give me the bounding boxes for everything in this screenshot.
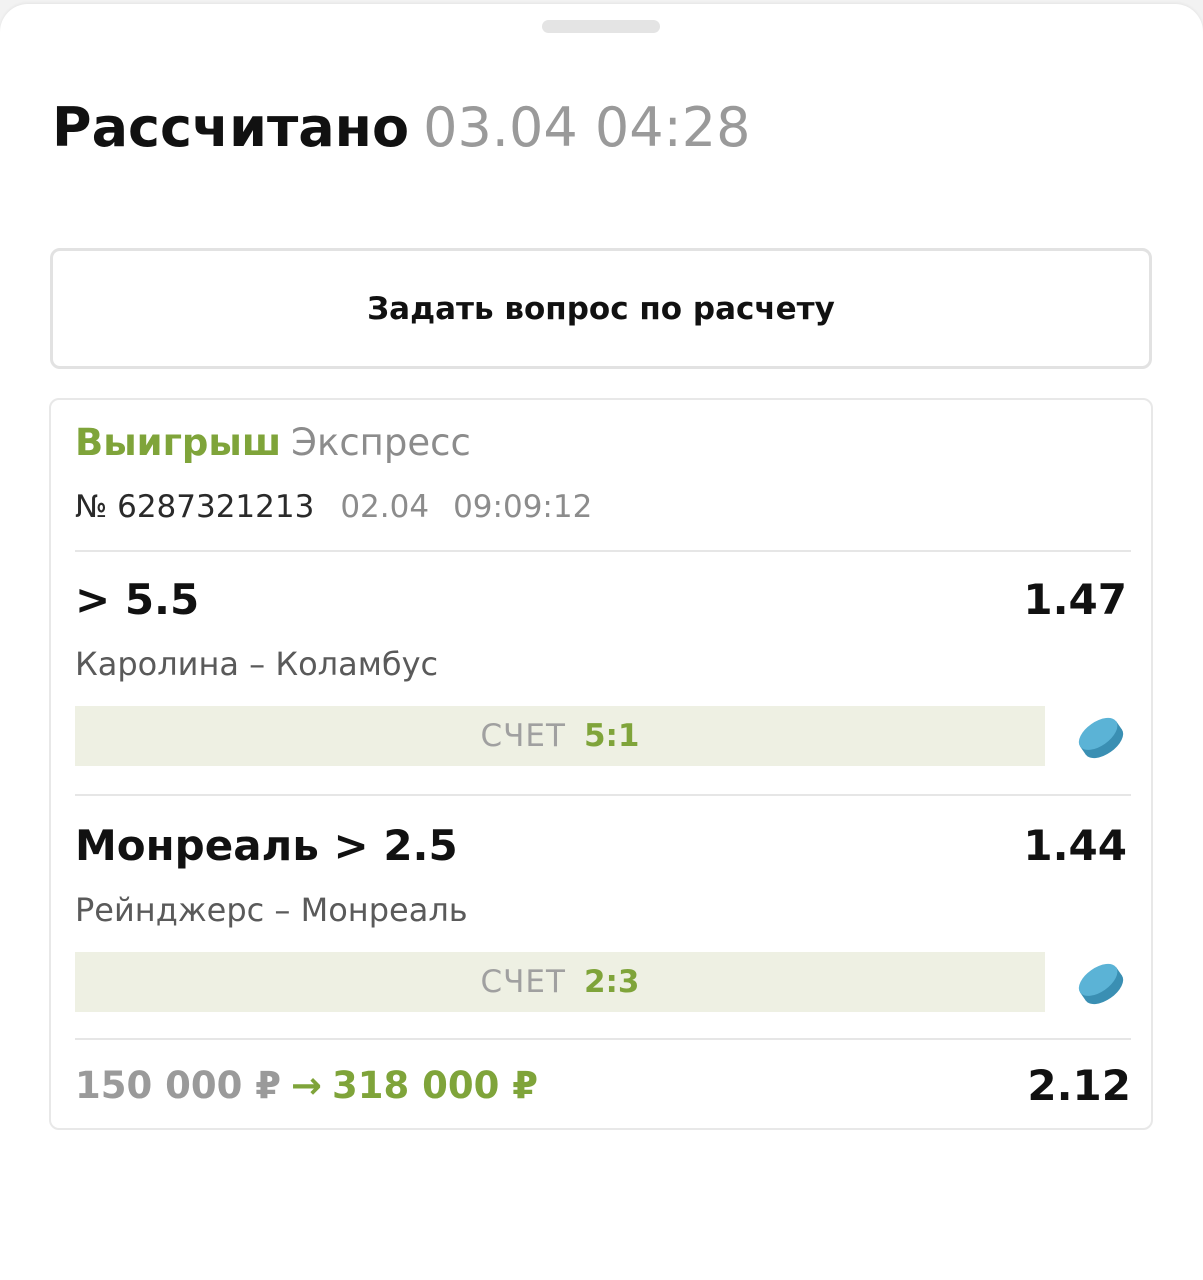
total-odd: 2.12 xyxy=(1027,1061,1131,1110)
hockey-puck-icon xyxy=(1078,963,1124,1005)
bet-time: 09:09:12 xyxy=(453,489,593,525)
settlement-datetime: 03.04 04:28 xyxy=(423,96,751,159)
page-header: Рассчитано 03.04 04:28 xyxy=(52,92,750,164)
leg-score-bar: СЧЕТ 2:3 xyxy=(75,952,1045,1012)
arrow-right-icon: → xyxy=(290,1064,322,1107)
stake-amount: 150 000 ₽ xyxy=(75,1064,281,1107)
leg-match: Каролина – Коламбус xyxy=(75,645,439,683)
score-value: 5:1 xyxy=(583,718,640,754)
bottom-sheet: Рассчитано 03.04 04:28 Задать вопрос по р… xyxy=(0,4,1203,1280)
page-title: Рассчитано xyxy=(52,96,410,159)
leg-score-bar: СЧЕТ 5:1 xyxy=(75,706,1045,766)
score-label: СЧЕТ xyxy=(480,718,566,754)
leg-match: Рейнджерс – Монреаль xyxy=(75,891,468,929)
score-label: СЧЕТ xyxy=(480,964,566,1000)
divider xyxy=(75,1038,1131,1040)
divider xyxy=(75,794,1131,796)
leg-pick: Монреаль > 2.5 xyxy=(75,821,458,870)
divider xyxy=(75,550,1131,552)
bet-status: Выигрыш xyxy=(75,421,282,464)
hockey-puck-icon xyxy=(1078,717,1124,759)
payout-amount: 318 000 ₽ xyxy=(332,1064,538,1107)
leg-odd: 1.47 xyxy=(1023,575,1127,624)
bet-type: Экспресс xyxy=(291,421,471,464)
score-value: 2:3 xyxy=(583,964,640,1000)
sheet-grabber-handle[interactable] xyxy=(542,20,660,33)
bet-meta: № 6287321213 02.04 09:09:12 xyxy=(75,486,592,528)
ask-question-button-label: Задать вопрос по расчету xyxy=(367,290,835,327)
bet-summary: 150 000 ₽ → 318 000 ₽ 2.12 xyxy=(75,1060,1131,1112)
leg-pick: > 5.5 xyxy=(75,575,200,624)
bet-status-line: Выигрыш Экспресс xyxy=(75,418,471,468)
bet-card: Выигрыш Экспресс № 6287321213 02.04 09:09:1… xyxy=(49,398,1153,1130)
bet-number: № 6287321213 xyxy=(75,489,315,525)
ask-question-button[interactable]: Задать вопрос по расчету xyxy=(50,248,1152,369)
leg-odd: 1.44 xyxy=(1023,821,1127,870)
bet-date: 02.04 xyxy=(340,489,430,525)
